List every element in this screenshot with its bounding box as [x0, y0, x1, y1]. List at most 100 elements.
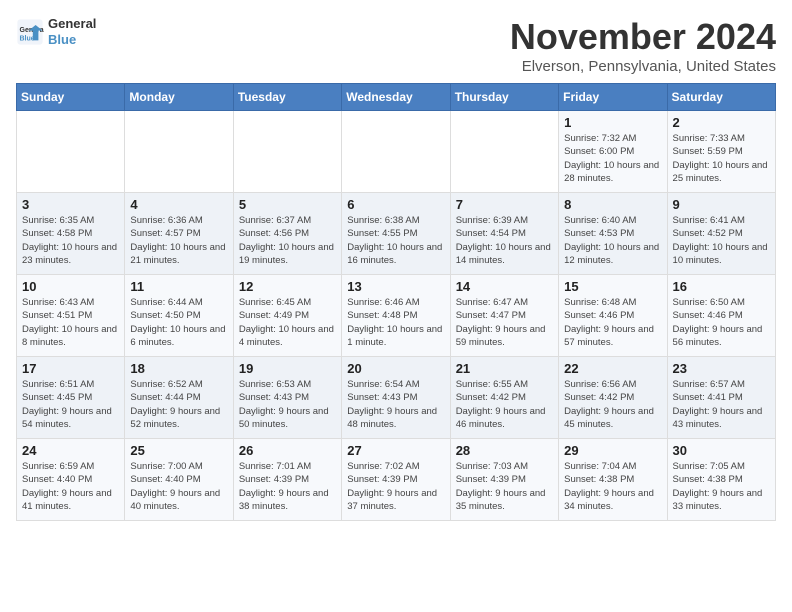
- day-number: 15: [564, 279, 661, 294]
- day-info: Sunrise: 6:39 AM Sunset: 4:54 PM Dayligh…: [456, 214, 553, 267]
- day-info: Sunrise: 7:04 AM Sunset: 4:38 PM Dayligh…: [564, 460, 661, 513]
- logo-line2: Blue: [48, 32, 96, 48]
- day-number: 6: [347, 197, 444, 212]
- calendar-cell: 19 Sunrise: 6:53 AM Sunset: 4:43 PM Dayli…: [233, 357, 341, 439]
- day-info: Sunrise: 7:32 AM Sunset: 6:00 PM Dayligh…: [564, 132, 661, 185]
- day-info: Sunrise: 7:33 AM Sunset: 5:59 PM Dayligh…: [673, 132, 770, 185]
- day-info: Sunrise: 6:52 AM Sunset: 4:44 PM Dayligh…: [130, 378, 227, 431]
- day-info: Sunrise: 6:56 AM Sunset: 4:42 PM Dayligh…: [564, 378, 661, 431]
- day-number: 8: [564, 197, 661, 212]
- day-info: Sunrise: 6:59 AM Sunset: 4:40 PM Dayligh…: [22, 460, 119, 513]
- day-number: 4: [130, 197, 227, 212]
- calendar-cell: 24 Sunrise: 6:59 AM Sunset: 4:40 PM Dayli…: [17, 439, 125, 521]
- calendar-cell: [450, 111, 558, 193]
- day-number: 26: [239, 443, 336, 458]
- calendar-cell: 25 Sunrise: 7:00 AM Sunset: 4:40 PM Dayli…: [125, 439, 233, 521]
- day-info: Sunrise: 6:44 AM Sunset: 4:50 PM Dayligh…: [130, 296, 227, 349]
- calendar-cell: 15 Sunrise: 6:48 AM Sunset: 4:46 PM Dayli…: [559, 275, 667, 357]
- header: General Blue General Blue November 2024 …: [16, 16, 776, 75]
- calendar-table: SundayMondayTuesdayWednesdayThursdayFrid…: [16, 83, 776, 521]
- calendar-cell: [17, 111, 125, 193]
- week-row: 10Sunrise: 6:43 AM Sunset: 4:51 PM Dayli…: [17, 275, 776, 357]
- logo: General Blue General Blue: [16, 16, 96, 47]
- calendar-cell: 5 Sunrise: 6:37 AM Sunset: 4:56 PM Daylig…: [233, 193, 341, 275]
- day-number: 28: [456, 443, 553, 458]
- day-info: Sunrise: 6:54 AM Sunset: 4:43 PM Dayligh…: [347, 378, 444, 431]
- day-number: 9: [673, 197, 770, 212]
- header-day: Wednesday: [342, 84, 450, 111]
- day-number: 23: [673, 361, 770, 376]
- day-number: 24: [22, 443, 119, 458]
- header-row: SundayMondayTuesdayWednesdayThursdayFrid…: [17, 84, 776, 111]
- title-area: November 2024 Elverson, Pennsylvania, Un…: [510, 16, 776, 75]
- day-info: Sunrise: 7:03 AM Sunset: 4:39 PM Dayligh…: [456, 460, 553, 513]
- calendar-cell: 7 Sunrise: 6:39 AM Sunset: 4:54 PM Daylig…: [450, 193, 558, 275]
- day-number: 30: [673, 443, 770, 458]
- calendar-cell: [233, 111, 341, 193]
- calendar-cell: 1 Sunrise: 7:32 AM Sunset: 6:00 PM Daylig…: [559, 111, 667, 193]
- calendar-cell: 3 Sunrise: 6:35 AM Sunset: 4:58 PM Daylig…: [17, 193, 125, 275]
- logo-icon: General Blue: [16, 18, 44, 46]
- day-info: Sunrise: 6:35 AM Sunset: 4:58 PM Dayligh…: [22, 214, 119, 267]
- day-number: 27: [347, 443, 444, 458]
- week-row: 17Sunrise: 6:51 AM Sunset: 4:45 PM Dayli…: [17, 357, 776, 439]
- day-number: 19: [239, 361, 336, 376]
- day-number: 16: [673, 279, 770, 294]
- day-number: 22: [564, 361, 661, 376]
- day-info: Sunrise: 7:01 AM Sunset: 4:39 PM Dayligh…: [239, 460, 336, 513]
- calendar-cell: 8 Sunrise: 6:40 AM Sunset: 4:53 PM Daylig…: [559, 193, 667, 275]
- header-day: Saturday: [667, 84, 775, 111]
- day-info: Sunrise: 6:55 AM Sunset: 4:42 PM Dayligh…: [456, 378, 553, 431]
- day-number: 5: [239, 197, 336, 212]
- day-number: 21: [456, 361, 553, 376]
- day-info: Sunrise: 6:53 AM Sunset: 4:43 PM Dayligh…: [239, 378, 336, 431]
- day-info: Sunrise: 6:36 AM Sunset: 4:57 PM Dayligh…: [130, 214, 227, 267]
- svg-text:Blue: Blue: [20, 35, 35, 42]
- day-info: Sunrise: 6:57 AM Sunset: 4:41 PM Dayligh…: [673, 378, 770, 431]
- day-number: 7: [456, 197, 553, 212]
- day-number: 2: [673, 115, 770, 130]
- calendar-cell: 22 Sunrise: 6:56 AM Sunset: 4:42 PM Dayli…: [559, 357, 667, 439]
- day-info: Sunrise: 6:47 AM Sunset: 4:47 PM Dayligh…: [456, 296, 553, 349]
- day-info: Sunrise: 6:45 AM Sunset: 4:49 PM Dayligh…: [239, 296, 336, 349]
- week-row: 1 Sunrise: 7:32 AM Sunset: 6:00 PM Daylig…: [17, 111, 776, 193]
- calendar-cell: 4 Sunrise: 6:36 AM Sunset: 4:57 PM Daylig…: [125, 193, 233, 275]
- day-info: Sunrise: 6:48 AM Sunset: 4:46 PM Dayligh…: [564, 296, 661, 349]
- day-number: 3: [22, 197, 119, 212]
- calendar-cell: 30 Sunrise: 7:05 AM Sunset: 4:38 PM Dayli…: [667, 439, 775, 521]
- calendar-cell: 16 Sunrise: 6:50 AM Sunset: 4:46 PM Dayli…: [667, 275, 775, 357]
- location: Elverson, Pennsylvania, United States: [510, 58, 776, 75]
- week-row: 3 Sunrise: 6:35 AM Sunset: 4:58 PM Daylig…: [17, 193, 776, 275]
- day-info: Sunrise: 6:38 AM Sunset: 4:55 PM Dayligh…: [347, 214, 444, 267]
- day-number: 20: [347, 361, 444, 376]
- calendar-cell: 20 Sunrise: 6:54 AM Sunset: 4:43 PM Dayli…: [342, 357, 450, 439]
- day-number: 18: [130, 361, 227, 376]
- calendar-cell: 28 Sunrise: 7:03 AM Sunset: 4:39 PM Dayli…: [450, 439, 558, 521]
- day-number: 17: [22, 361, 119, 376]
- header-day: Thursday: [450, 84, 558, 111]
- day-info: Sunrise: 6:37 AM Sunset: 4:56 PM Dayligh…: [239, 214, 336, 267]
- day-number: 1: [564, 115, 661, 130]
- header-day: Friday: [559, 84, 667, 111]
- calendar-cell: 14Sunrise: 6:47 AM Sunset: 4:47 PM Dayli…: [450, 275, 558, 357]
- week-row: 24 Sunrise: 6:59 AM Sunset: 4:40 PM Dayli…: [17, 439, 776, 521]
- calendar-cell: 21 Sunrise: 6:55 AM Sunset: 4:42 PM Dayli…: [450, 357, 558, 439]
- calendar-cell: [342, 111, 450, 193]
- calendar-cell: 17Sunrise: 6:51 AM Sunset: 4:45 PM Dayli…: [17, 357, 125, 439]
- day-info: Sunrise: 7:05 AM Sunset: 4:38 PM Dayligh…: [673, 460, 770, 513]
- header-day: Tuesday: [233, 84, 341, 111]
- day-info: Sunrise: 6:40 AM Sunset: 4:53 PM Dayligh…: [564, 214, 661, 267]
- calendar-cell: 23 Sunrise: 6:57 AM Sunset: 4:41 PM Dayli…: [667, 357, 775, 439]
- day-number: 12: [239, 279, 336, 294]
- month-title: November 2024: [510, 16, 776, 58]
- calendar-cell: [125, 111, 233, 193]
- day-info: Sunrise: 7:00 AM Sunset: 4:40 PM Dayligh…: [130, 460, 227, 513]
- calendar-cell: 11Sunrise: 6:44 AM Sunset: 4:50 PM Dayli…: [125, 275, 233, 357]
- calendar-cell: 10Sunrise: 6:43 AM Sunset: 4:51 PM Dayli…: [17, 275, 125, 357]
- day-number: 10: [22, 279, 119, 294]
- calendar-cell: 6 Sunrise: 6:38 AM Sunset: 4:55 PM Daylig…: [342, 193, 450, 275]
- day-number: 25: [130, 443, 227, 458]
- day-info: Sunrise: 6:50 AM Sunset: 4:46 PM Dayligh…: [673, 296, 770, 349]
- calendar-cell: 12 Sunrise: 6:45 AM Sunset: 4:49 PM Dayli…: [233, 275, 341, 357]
- day-info: Sunrise: 6:46 AM Sunset: 4:48 PM Dayligh…: [347, 296, 444, 349]
